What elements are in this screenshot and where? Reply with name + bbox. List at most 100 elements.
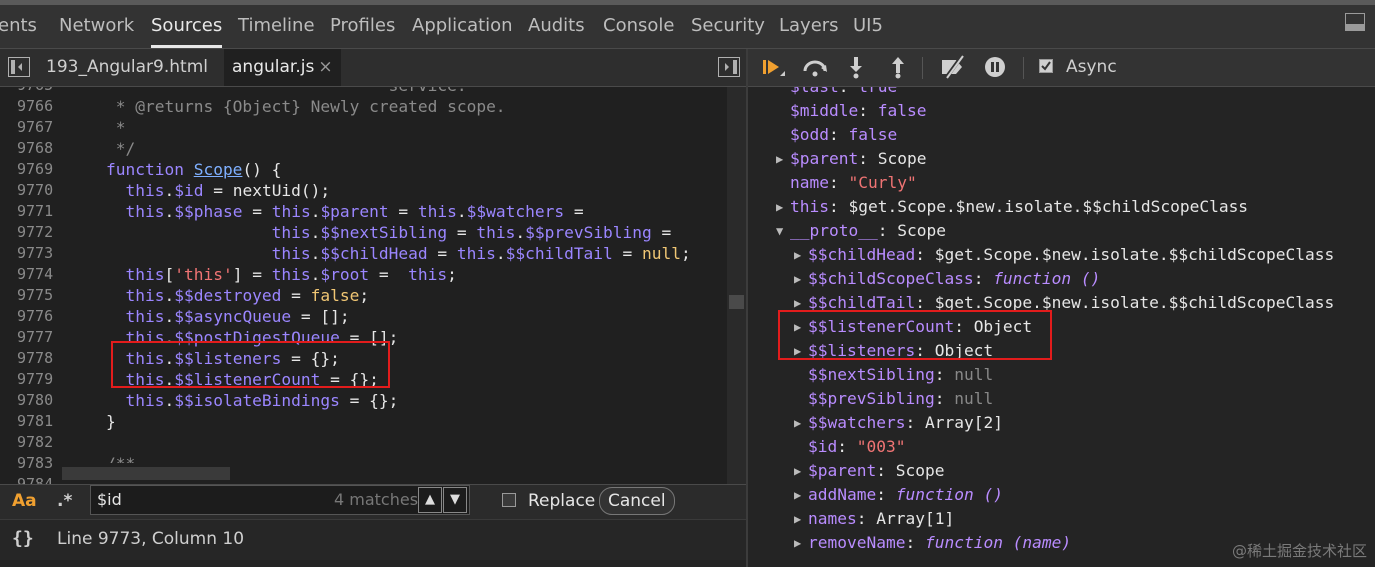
- line-number[interactable]: 9769: [0, 159, 62, 180]
- toggle-drawer-icon[interactable]: [1345, 13, 1365, 31]
- pretty-print-button[interactable]: {}: [12, 520, 34, 558]
- line-number[interactable]: 9779: [0, 369, 62, 390]
- line-number[interactable]: 9782: [0, 432, 62, 453]
- step-over-icon[interactable]: [800, 49, 830, 86]
- line-number[interactable]: 9783: [0, 453, 62, 474]
- scope-row[interactable]: ▶ this: $get.Scope.$new.isolate.$$childSc…: [776, 195, 1248, 219]
- code-line[interactable]: this.$id = nextUid();: [67, 180, 746, 201]
- match-case-button[interactable]: Aa: [12, 485, 37, 517]
- line-number[interactable]: 9784: [0, 474, 62, 484]
- expand-triangle-icon[interactable]: ▶: [776, 195, 790, 219]
- line-number[interactable]: 9771: [0, 201, 62, 222]
- deactivate-breakpoints-icon[interactable]: [938, 49, 968, 86]
- scope-row[interactable]: $$nextSibling: null: [808, 363, 993, 387]
- scope-row[interactable]: $$prevSibling: null: [808, 387, 993, 411]
- expand-triangle-icon[interactable]: ▶: [794, 483, 808, 507]
- code-line[interactable]: this.$$asyncQueue = [];: [67, 306, 746, 327]
- expand-triangle-icon[interactable]: ▶: [794, 267, 808, 291]
- pause-on-exceptions-icon[interactable]: [980, 49, 1010, 86]
- search-input[interactable]: $id 4 matches ▲ ▼: [90, 485, 470, 515]
- line-number[interactable]: 9781: [0, 411, 62, 432]
- tab-timeline[interactable]: Timeline: [238, 5, 315, 47]
- tab-security[interactable]: Security: [691, 5, 765, 47]
- line-number[interactable]: 9774: [0, 264, 62, 285]
- tab-elements[interactable]: ents: [0, 5, 37, 47]
- toggle-debugger-icon[interactable]: [718, 57, 740, 77]
- line-number[interactable]: 9778: [0, 348, 62, 369]
- tab-layers[interactable]: Layers: [779, 5, 839, 47]
- expand-triangle-icon[interactable]: ▶: [794, 531, 808, 555]
- toggle-navigator-icon[interactable]: [8, 57, 30, 77]
- code-line[interactable]: function Scope() {: [67, 159, 746, 180]
- tab-profiles[interactable]: Profiles: [330, 5, 395, 47]
- line-number[interactable]: 9765: [0, 87, 62, 96]
- scrollbar-thumb[interactable]: [729, 295, 744, 309]
- line-number[interactable]: 9780: [0, 390, 62, 411]
- line-number[interactable]: 9777: [0, 327, 62, 348]
- scope-row[interactable]: ▶ removeName: function (name): [794, 531, 1071, 555]
- cancel-button[interactable]: Cancel: [599, 487, 675, 515]
- tab-file-angular-js[interactable]: angular.js ×: [224, 49, 341, 86]
- horizontal-scrollbar[interactable]: [62, 463, 727, 484]
- async-checkbox[interactable]: [1039, 59, 1053, 73]
- code-line[interactable]: this.$$nextSibling = this.$$prevSibling …: [67, 222, 746, 243]
- search-previous-button[interactable]: ▲: [418, 487, 442, 513]
- replace-checkbox[interactable]: [502, 493, 516, 507]
- scope-row[interactable]: name: "Curly": [790, 171, 917, 195]
- collapse-triangle-icon[interactable]: ▼: [776, 219, 790, 243]
- tab-application[interactable]: Application: [412, 5, 513, 47]
- line-number[interactable]: 9776: [0, 306, 62, 327]
- tab-console[interactable]: Console: [603, 5, 674, 47]
- tab-network[interactable]: Network: [59, 5, 134, 47]
- code-line[interactable]: * @returns {Object} Newly created scope.: [67, 96, 746, 117]
- scope-row[interactable]: ▶ names: Array[1]: [794, 507, 954, 531]
- scope-row[interactable]: ▶ $$childHead: $get.Scope.$new.isolate.$$…: [794, 243, 1334, 267]
- line-number[interactable]: 9768: [0, 138, 62, 159]
- line-number[interactable]: 9766: [0, 96, 62, 117]
- line-number[interactable]: 9772: [0, 222, 62, 243]
- step-into-icon[interactable]: [841, 49, 871, 86]
- close-tab-icon[interactable]: ×: [318, 57, 332, 77]
- expand-triangle-icon[interactable]: ▶: [794, 243, 808, 267]
- scope-row[interactable]: $last: true: [790, 87, 897, 99]
- code-line[interactable]: *: [67, 117, 746, 138]
- code-line[interactable]: this.$$destroyed = false;: [67, 285, 746, 306]
- code-content[interactable]: * service. * @returns {Object} Newly cre…: [67, 87, 746, 484]
- expand-triangle-icon[interactable]: ▶: [794, 411, 808, 435]
- tab-sources[interactable]: Sources: [151, 5, 223, 48]
- expand-triangle-icon[interactable]: ▶: [776, 147, 790, 171]
- scope-row[interactable]: $middle: false: [790, 99, 926, 123]
- tab-ui5[interactable]: UI5: [853, 5, 883, 47]
- tab-audits[interactable]: Audits: [528, 5, 585, 47]
- expand-triangle-icon[interactable]: ▶: [794, 507, 808, 531]
- code-line[interactable]: this.$$childHead = this.$$childTail = nu…: [67, 243, 746, 264]
- expand-triangle-icon[interactable]: ▶: [794, 459, 808, 483]
- code-editor[interactable]: 9765976697679768976997709771977297739774…: [0, 87, 746, 484]
- search-next-button[interactable]: ▼: [443, 487, 467, 513]
- scope-row[interactable]: ▶ addName: function (): [794, 483, 1003, 507]
- code-line[interactable]: this.$$phase = this.$parent = this.$$wat…: [67, 201, 746, 222]
- resume-icon[interactable]: [758, 49, 788, 86]
- regex-button[interactable]: .*: [57, 485, 72, 517]
- code-line[interactable]: }: [67, 411, 746, 432]
- line-number[interactable]: 9773: [0, 243, 62, 264]
- code-line[interactable]: * service.: [67, 87, 746, 96]
- step-out-icon[interactable]: [883, 49, 913, 86]
- vertical-scrollbar[interactable]: [727, 87, 746, 484]
- scope-row[interactable]: $odd: false: [790, 123, 897, 147]
- tab-file-193-angular9[interactable]: 193_Angular9.html: [46, 49, 208, 86]
- scope-row[interactable]: ▼ __proto__: Scope: [776, 219, 946, 243]
- scope-row[interactable]: ▶ $parent: Scope: [794, 459, 944, 483]
- scrollbar-thumb[interactable]: [62, 467, 230, 480]
- scope-row[interactable]: ▶ $$childScopeClass: function (): [794, 267, 1100, 291]
- scope-row[interactable]: ▶ $$watchers: Array[2]: [794, 411, 1003, 435]
- scope-row[interactable]: $id: "003": [808, 435, 905, 459]
- code-line[interactable]: this.$$isolateBindings = {};: [67, 390, 746, 411]
- code-line[interactable]: this['this'] = this.$root = this;: [67, 264, 746, 285]
- scope-row[interactable]: ▶ $parent: Scope: [776, 147, 926, 171]
- line-number[interactable]: 9767: [0, 117, 62, 138]
- code-line[interactable]: [67, 432, 746, 453]
- line-number[interactable]: 9775: [0, 285, 62, 306]
- code-line[interactable]: */: [67, 138, 746, 159]
- line-number[interactable]: 9770: [0, 180, 62, 201]
